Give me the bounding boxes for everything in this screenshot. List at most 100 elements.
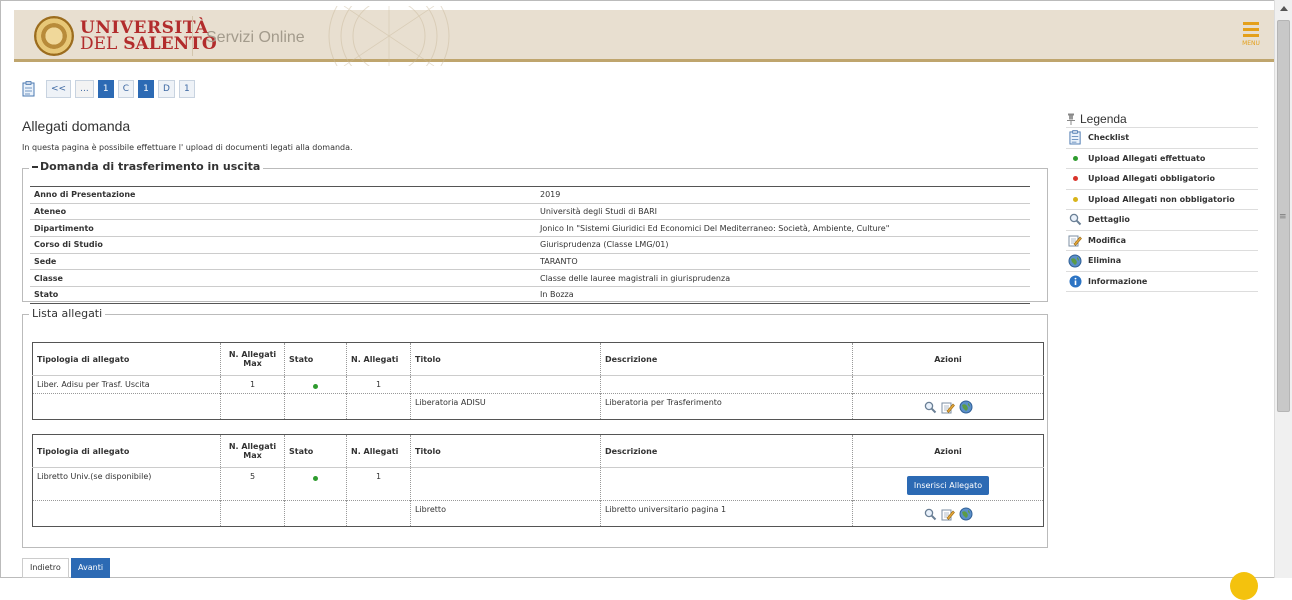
help-chat-icon[interactable] (1230, 572, 1258, 600)
row-label: Sede (30, 253, 536, 271)
cell-descrizione (600, 467, 853, 501)
delete-icon[interactable] (959, 400, 973, 414)
cell-stato (284, 375, 347, 394)
vertical-scrollbar[interactable]: ≡ (1274, 0, 1292, 578)
scroll-up-icon[interactable] (1280, 6, 1288, 11)
header-divider (192, 16, 193, 56)
cell-tipologia: Libretto Univ.(se disponibile) (32, 467, 221, 501)
table-row: Libretto Libretto universitario pagina 1 (32, 500, 1044, 527)
next-button[interactable]: Avanti (71, 558, 111, 578)
domanda-legend-text: Domanda di trasferimento in uscita (40, 160, 261, 173)
service-title: Servizi Online (206, 29, 305, 46)
delete-icon (1068, 254, 1082, 268)
row-actions (924, 400, 973, 414)
legend-label: Elimina (1088, 256, 1122, 266)
legenda-panel: Legenda Checklist Upload Allegati effett… (1066, 110, 1258, 292)
legend-label: Upload Allegati non obbligatorio (1088, 194, 1235, 204)
cell-empty (32, 393, 221, 420)
cell-actions (852, 393, 1044, 420)
menu-bar-icon (1243, 34, 1259, 37)
seal-watermark-icon (328, 6, 450, 66)
cell-file-titolo: Liberatoria ADISU (410, 393, 601, 420)
scrollbar-grip-icon: ≡ (1279, 212, 1287, 222)
table-row: Corso di Studio Giurisprudenza (Classe LM… (30, 236, 1030, 254)
col-descrizione: Descrizione (600, 434, 853, 468)
legend-label: Modifica (1088, 235, 1126, 245)
cell-actions (852, 500, 1044, 527)
edit-icon[interactable] (941, 508, 955, 521)
table-row: Liberatoria ADISU Liberatoria per Trasfe… (32, 393, 1044, 420)
table-row: Libretto Univ.(se disponibile) 5 1 Inser… (32, 467, 1044, 501)
row-label: Dipartimento (30, 219, 536, 238)
legend-item-dettaglio: Dettaglio (1066, 210, 1258, 231)
row-label: Ateneo (30, 203, 536, 221)
allegati-table-1: Tipologia di allegato N. Allegati Max St… (32, 342, 1044, 420)
domanda-fieldset: Domanda di trasferimento in uscita Anno … (22, 160, 1048, 304)
university-seal-icon[interactable] (34, 16, 74, 56)
delete-icon[interactable] (959, 507, 973, 521)
legend-item-elimina: Elimina (1066, 251, 1258, 272)
row-value: Jonico In "Sistemi Giuridici Ed Economic… (536, 219, 1030, 238)
site-header: UNIVERSITÀ DEL SALENTO Servizi Online ME… (14, 6, 1274, 66)
logo-line2-b: SALENTO (123, 34, 217, 54)
cell-n-allegati: 1 (346, 375, 411, 394)
cell-azioni: Inserisci Allegato (852, 467, 1044, 501)
magnifier-icon[interactable] (924, 508, 937, 521)
table-row: Dipartimento Jonico In "Sistemi Giuridici… (30, 219, 1030, 238)
col-stato: Stato (284, 342, 347, 376)
col-max: N. Allegati Max (220, 342, 285, 376)
row-label: Classe (30, 269, 536, 288)
crumb-step-1-next[interactable]: 1 (178, 80, 195, 98)
row-value: In Bozza (536, 286, 1030, 304)
crumb-step-d[interactable]: D (157, 80, 175, 98)
legend-label: Upload Allegati obbligatorio (1088, 174, 1216, 184)
legend-label: Dettaglio (1088, 215, 1130, 225)
crumb-step-1-current[interactable]: 1 (137, 80, 154, 98)
menu-button[interactable]: MENU (1240, 22, 1262, 52)
yellow-dot-icon (1072, 196, 1078, 202)
cell-empty (346, 393, 411, 420)
university-logo[interactable]: UNIVERSITÀ DEL SALENTO (80, 20, 217, 54)
cell-empty (220, 393, 285, 420)
col-n-allegati: N. Allegati (346, 434, 411, 468)
legend-item-upload-optional: Upload Allegati non obbligatorio (1066, 190, 1258, 210)
table-row: Classe Classe delle lauree magistrali in … (30, 269, 1030, 288)
insert-attachment-button[interactable]: Inserisci Allegato (906, 476, 990, 495)
crumb-first[interactable]: << (46, 80, 72, 98)
cell-empty (32, 500, 221, 527)
crumb-ellipsis[interactable]: ... (75, 80, 94, 98)
magnifier-icon[interactable] (924, 401, 937, 414)
crumb-step-1[interactable]: 1 (97, 80, 114, 98)
cell-empty (284, 500, 347, 527)
cell-titolo (410, 375, 601, 394)
row-value: Classe delle lauree magistrali in giuris… (536, 269, 1030, 288)
legend-item-checklist: Checklist (1066, 128, 1258, 149)
table-header-row: Tipologia di allegato N. Allegati Max St… (33, 434, 1044, 468)
cell-file-descrizione: Libretto universitario pagina 1 (600, 500, 853, 527)
edit-icon[interactable] (941, 401, 955, 414)
pin-icon (1067, 113, 1075, 125)
legend-item-modifica: Modifica (1066, 231, 1258, 251)
domanda-legend: Domanda di trasferimento in uscita (29, 160, 264, 173)
cell-empty (220, 500, 285, 527)
checklist-icon[interactable] (22, 81, 36, 97)
back-button[interactable]: Indietro (22, 558, 69, 578)
crumb-step-c[interactable]: C (117, 80, 134, 98)
logo-line2: DEL SALENTO (80, 34, 217, 54)
row-label: Corso di Studio (30, 236, 536, 254)
table-row: Anno di Presentazione 2019 (30, 186, 1030, 204)
table-row: Sede TARANTO (30, 253, 1030, 271)
edit-icon (1068, 235, 1082, 247)
table-row: Ateneo Università degli Studi di BARI (30, 203, 1030, 221)
row-actions (924, 507, 973, 521)
green-dot-icon (313, 383, 318, 389)
cell-max: 1 (220, 375, 285, 394)
row-value: 2019 (536, 186, 1030, 204)
col-azioni: Azioni (852, 342, 1044, 376)
cell-file-titolo: Libretto (410, 500, 601, 527)
cell-file-descrizione: Liberatoria per Trasferimento (600, 393, 853, 420)
cell-azioni (852, 375, 1044, 394)
checklist-icon (1068, 130, 1081, 145)
col-titolo: Titolo (410, 434, 601, 468)
col-azioni: Azioni (852, 434, 1044, 468)
